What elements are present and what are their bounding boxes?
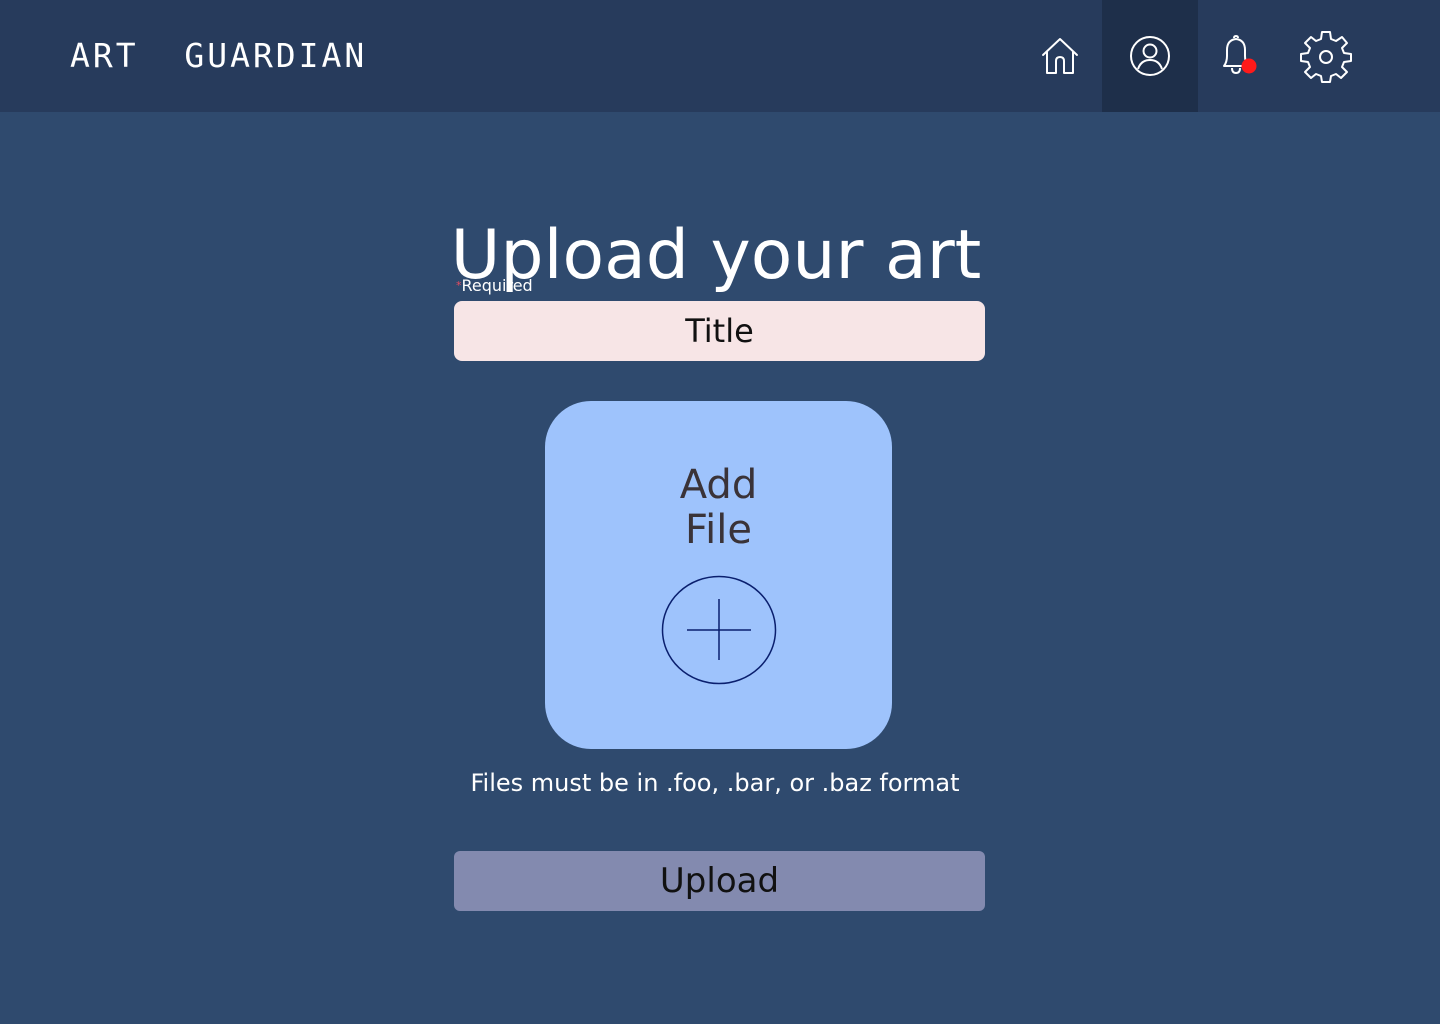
top-nav-bar: ART GUARDIAN: [0, 0, 1440, 112]
upload-page: ART GUARDIAN Upload your art *Required T…: [0, 0, 1440, 1024]
bell-icon: [1223, 35, 1257, 75]
brand-logo[interactable]: ART GUARDIAN: [70, 36, 367, 76]
nav-home-button[interactable]: [1012, 0, 1108, 112]
file-format-hint: Files must be in .foo, .bar, or .baz for…: [470, 769, 960, 797]
notification-dot: [1241, 58, 1257, 74]
required-note: *Required: [456, 276, 533, 296]
title-input[interactable]: [454, 301, 985, 361]
required-label: Required: [461, 276, 533, 295]
nav-settings-button[interactable]: [1278, 0, 1374, 112]
nav-profile-button[interactable]: [1102, 0, 1198, 112]
nav-notifications-button[interactable]: [1190, 0, 1286, 112]
upload-button[interactable]: Upload: [454, 851, 985, 911]
add-file-dropzone[interactable]: Add File: [545, 401, 892, 749]
add-file-label: Add File: [545, 463, 892, 553]
page-title: Upload your art: [450, 215, 982, 295]
home-icon: [1042, 38, 1078, 74]
gear-icon: [1300, 31, 1352, 83]
add-file-label-line1: Add: [679, 462, 758, 508]
add-file-label-line2: File: [685, 507, 752, 553]
plus-circle-icon[interactable]: [661, 575, 777, 687]
profile-icon: [1130, 36, 1170, 76]
